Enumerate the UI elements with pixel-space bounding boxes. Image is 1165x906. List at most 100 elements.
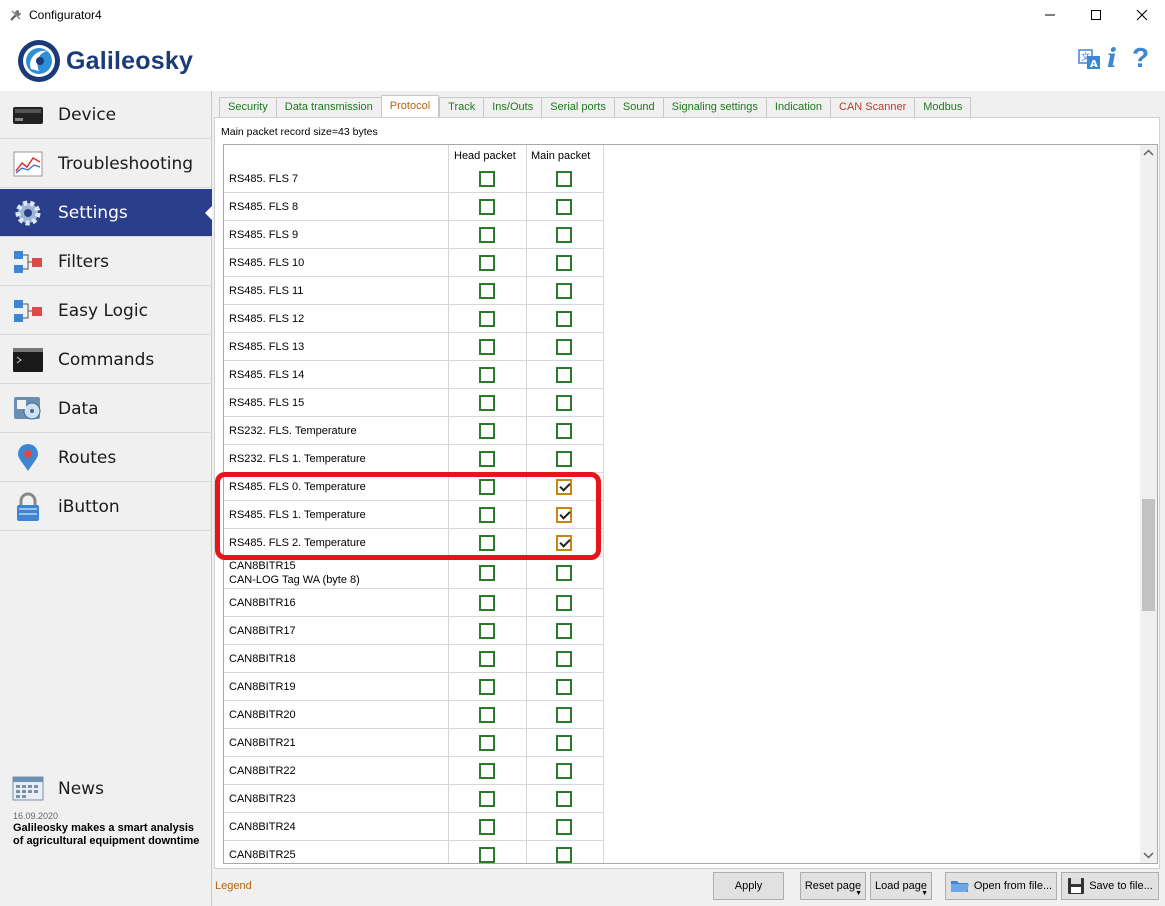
head-packet-checkbox[interactable] <box>479 651 495 667</box>
main-packet-checkbox[interactable] <box>556 791 572 807</box>
main-packet-checkbox[interactable] <box>556 479 572 495</box>
sidebar-item-troubleshooting[interactable]: Troubleshooting <box>0 140 212 188</box>
main-packet-checkbox[interactable] <box>556 395 572 411</box>
load-page-label: Load page <box>875 880 927 892</box>
head-packet-checkbox[interactable] <box>479 395 495 411</box>
dropdown-caret-icon: ▼ <box>855 890 862 897</box>
tab-sound[interactable]: Sound <box>613 97 663 117</box>
head-packet-checkbox[interactable] <box>479 595 495 611</box>
main-packet-checkbox[interactable] <box>556 595 572 611</box>
head-packet-checkbox[interactable] <box>479 679 495 695</box>
sidebar-item-filters[interactable]: Filters <box>0 238 212 286</box>
head-packet-checkbox[interactable] <box>479 507 495 523</box>
head-packet-checkbox[interactable] <box>479 311 495 327</box>
tab-protocol[interactable]: Protocol <box>380 95 440 117</box>
vertical-scrollbar[interactable] <box>1140 145 1157 863</box>
main-packet-checkbox[interactable] <box>556 451 572 467</box>
device-icon <box>13 107 43 124</box>
tab-signaling-settings[interactable]: Signaling settings <box>662 97 766 117</box>
scrollbar-thumb[interactable] <box>1142 499 1155 611</box>
scroll-up-icon[interactable] <box>1140 145 1157 162</box>
main-packet-checkbox[interactable] <box>556 679 572 695</box>
head-packet-checkbox[interactable] <box>479 847 495 863</box>
head-packet-checkbox[interactable] <box>479 623 495 639</box>
load-page-button[interactable]: Load page ▼ <box>870 872 932 900</box>
table-row: CAN8BITR24 <box>224 813 604 841</box>
help-icon[interactable]: ? <box>1132 42 1149 74</box>
tab-can-scanner[interactable]: CAN Scanner <box>830 97 915 117</box>
save-to-file-button[interactable]: Save to file... <box>1061 872 1159 900</box>
head-packet-checkbox[interactable] <box>479 707 495 723</box>
news-headline[interactable]: Galileosky makes a smart analysis of agr… <box>13 822 203 848</box>
head-packet-checkbox[interactable] <box>479 367 495 383</box>
sidebar-item-routes[interactable]: Routes <box>0 434 212 482</box>
galileosky-logo-icon <box>18 40 60 82</box>
table-row: RS485. FLS 15 <box>224 389 604 417</box>
head-packet-checkbox[interactable] <box>479 565 495 581</box>
head-packet-checkbox[interactable] <box>479 199 495 215</box>
tab-indication[interactable]: Indication <box>765 97 830 117</box>
reset-page-button[interactable]: Reset page ▼ <box>800 872 866 900</box>
main-packet-checkbox[interactable] <box>556 339 572 355</box>
tab-modbus[interactable]: Modbus <box>914 97 972 117</box>
head-packet-checkbox[interactable] <box>479 791 495 807</box>
main-packet-checkbox[interactable] <box>556 819 572 835</box>
tab-data-transmission[interactable]: Data transmission <box>275 97 381 117</box>
tab-ins-outs[interactable]: Ins/Outs <box>483 97 542 117</box>
main-packet-checkbox[interactable] <box>556 847 572 863</box>
head-packet-checkbox[interactable] <box>479 451 495 467</box>
main-packet-checkbox[interactable] <box>556 423 572 439</box>
main-packet-checkbox[interactable] <box>556 283 572 299</box>
head-packet-checkbox[interactable] <box>479 735 495 751</box>
main-packet-checkbox[interactable] <box>556 367 572 383</box>
sidebar-item-device[interactable]: Device <box>0 91 212 139</box>
tab-serial-ports[interactable]: Serial ports <box>541 97 614 117</box>
sidebar-item-commands[interactable]: Commands <box>0 336 212 384</box>
head-packet-checkbox[interactable] <box>479 255 495 271</box>
main-packet-checkbox[interactable] <box>556 707 572 723</box>
main-packet-checkbox[interactable] <box>556 227 572 243</box>
main-packet-checkbox[interactable] <box>556 255 572 271</box>
head-packet-checkbox[interactable] <box>479 171 495 187</box>
main-packet-checkbox[interactable] <box>556 651 572 667</box>
scroll-down-icon[interactable] <box>1140 846 1157 863</box>
main-packet-checkbox[interactable] <box>556 199 572 215</box>
legend-link[interactable]: Legend <box>215 880 252 892</box>
main-packet-checkbox[interactable] <box>556 311 572 327</box>
main-packet-checkbox[interactable] <box>556 171 572 187</box>
news-label: News <box>58 779 104 799</box>
head-packet-checkbox[interactable] <box>479 535 495 551</box>
close-button[interactable] <box>1119 0 1165 30</box>
sidebar-item-easy-logic[interactable]: Easy Logic <box>0 287 212 335</box>
main-packet-checkbox[interactable] <box>556 535 572 551</box>
apply-button[interactable]: Apply <box>713 872 784 900</box>
main-packet-checkbox[interactable] <box>556 507 572 523</box>
tab-bar: Security Data transmission Protocol Track In… <box>219 95 972 117</box>
head-packet-checkbox[interactable] <box>479 819 495 835</box>
sidebar-item-data[interactable]: Data <box>0 385 212 433</box>
sidebar-item-settings[interactable]: Settings <box>0 189 213 237</box>
head-packet-checkbox[interactable] <box>479 423 495 439</box>
head-packet-checkbox[interactable] <box>479 227 495 243</box>
main-packet-checkbox[interactable] <box>556 735 572 751</box>
open-from-file-button[interactable]: Open from file... <box>945 872 1057 900</box>
main-packet-checkbox[interactable] <box>556 565 572 581</box>
main-packet-checkbox[interactable] <box>556 763 572 779</box>
maximize-button[interactable] <box>1073 0 1119 30</box>
minimize-button[interactable] <box>1027 0 1073 30</box>
row-name: RS485. FLS 10 <box>229 257 305 269</box>
head-packet-checkbox[interactable] <box>479 763 495 779</box>
info-icon[interactable]: i <box>1107 44 1117 74</box>
head-packet-checkbox[interactable] <box>479 479 495 495</box>
row-name: CAN8BITR23 <box>229 793 296 805</box>
translate-icon[interactable]: 文 A <box>1078 47 1102 73</box>
tab-security[interactable]: Security <box>219 97 276 117</box>
sidebar-item-label: Routes <box>58 448 117 468</box>
tab-track[interactable]: Track <box>439 97 484 117</box>
row-name: CAN8BITR15 CAN-LOG Tag WA (byte 8) <box>229 560 360 586</box>
main-packet-checkbox[interactable] <box>556 623 572 639</box>
head-packet-checkbox[interactable] <box>479 283 495 299</box>
row-name: RS485. FLS 11 <box>229 285 304 297</box>
sidebar-item-ibutton[interactable]: iButton <box>0 483 212 531</box>
head-packet-checkbox[interactable] <box>479 339 495 355</box>
